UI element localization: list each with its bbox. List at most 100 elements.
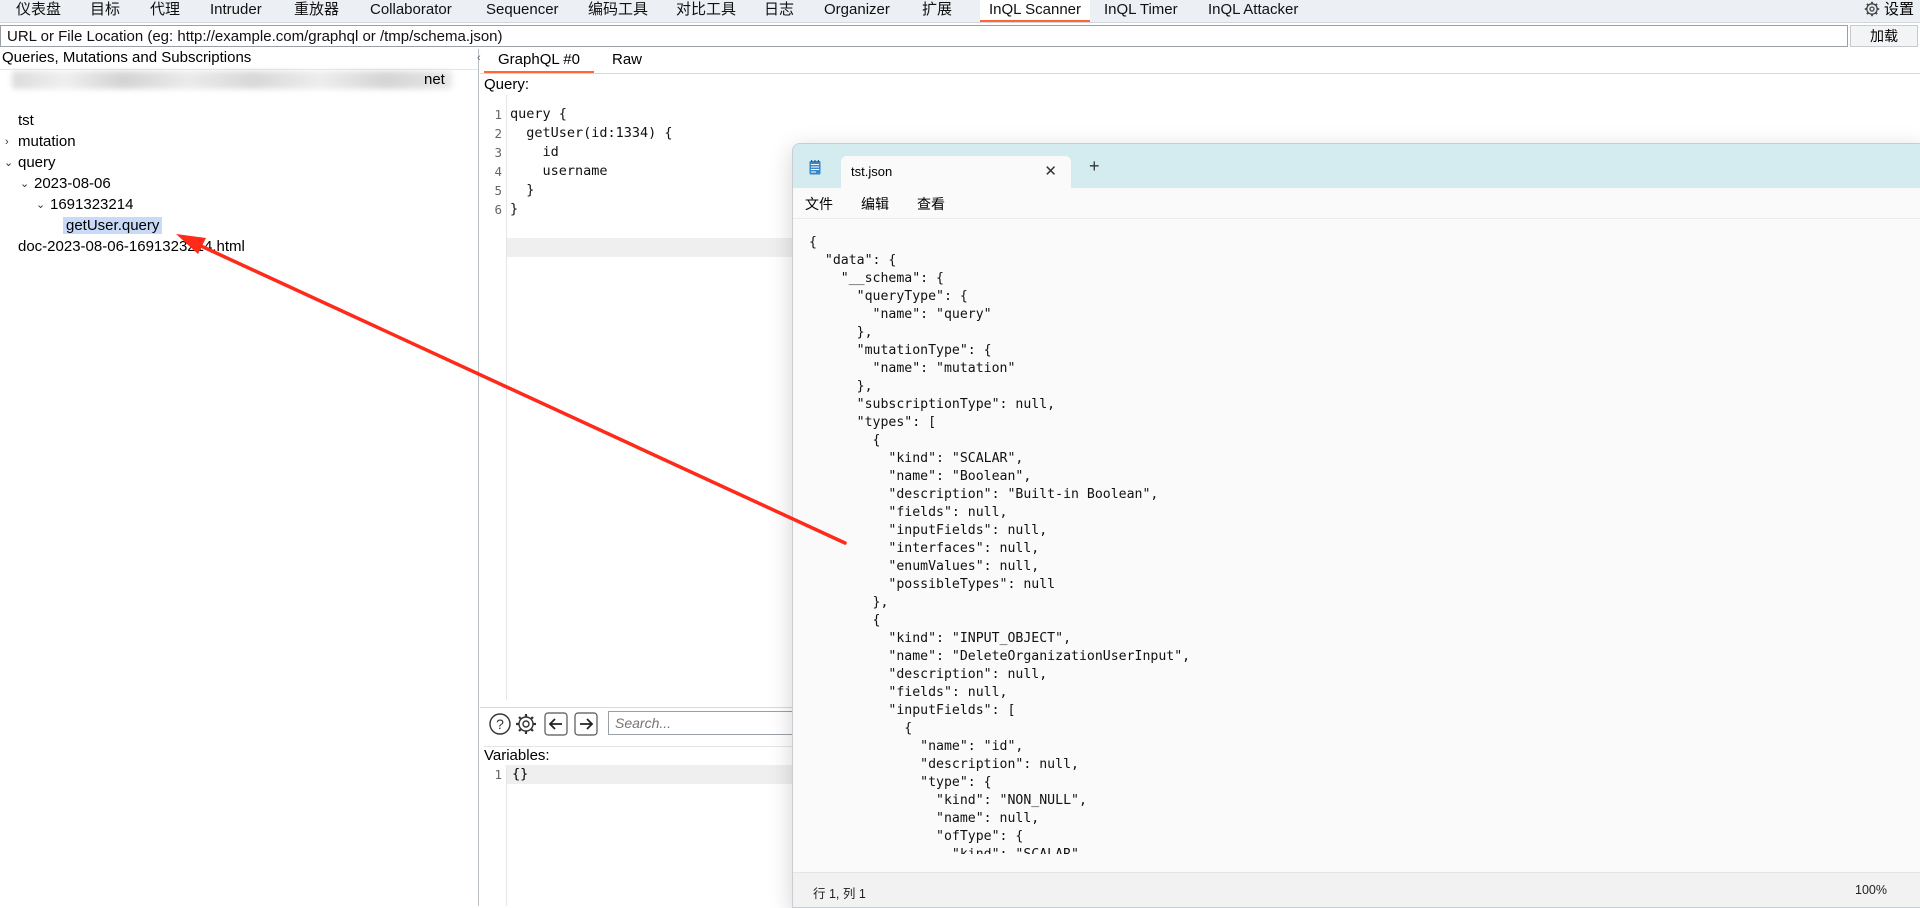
menu-view[interactable]: 查看 [917,194,945,214]
json-text-line: "fields": null, [809,685,1008,700]
json-text-line: "subscriptionType": null, [809,397,1056,412]
tree-item-doc-file[interactable]: doc-2023-08-06-1691323214.html [18,237,245,257]
json-text-line: "name": "Boolean", [809,469,1032,484]
tree-item-date[interactable]: 2023-08-06 [34,174,111,194]
splitter-handle[interactable]: ‹ [477,52,481,64]
json-text-line: { [809,613,881,628]
notepad-app-icon [809,160,821,175]
help-icon[interactable]: ? [488,712,512,736]
tab-organizer[interactable]: Organizer [822,0,892,22]
zoom-level: 100% [1855,883,1887,897]
json-text-line: }, [809,325,873,340]
notepad-titlebar: tst.json ✕ + [793,144,1920,188]
line-number: 5 [494,183,502,198]
json-text-line: "name": "query" [809,307,992,322]
variables-gutter [480,765,507,906]
gear-icon[interactable] [514,712,538,736]
json-text-line: "enumValues": null, [809,559,1040,574]
cursor-position: 行 1, 列 1 [813,887,866,901]
json-text-line: "kind": "SCALAR", [809,846,1909,854]
json-text-line: "kind": "NON_NULL", [809,793,1087,808]
settings-button[interactable]: 设置 [1864,0,1914,22]
chevron-down-icon[interactable]: ⌄ [36,195,45,215]
load-button[interactable]: 加载 [1850,25,1918,47]
json-text-line: }, [809,595,889,610]
json-text-line: "mutationType": { [809,343,992,358]
tree-item-query[interactable]: query [18,153,56,173]
json-text-line: "name": "id", [809,739,1024,754]
arrow-right-icon[interactable] [574,712,598,736]
query-label: Query: [484,76,530,93]
tree-item-mutation[interactable]: mutation [18,132,76,152]
notepad-file-tab[interactable]: tst.json ✕ [841,156,1071,188]
editor-tab-strip: ‹ GraphQL #0 Raw [477,49,1920,74]
query-tree-panel: Queries, Mutations and Subscriptions net… [0,49,479,906]
chevron-right-icon[interactable]: › [5,132,9,152]
tree-item-timestamp[interactable]: 1691323214 [50,195,133,215]
tab-logger[interactable]: 日志 [762,0,796,22]
json-text-line: "inputFields": null, [809,523,1048,538]
tab-target[interactable]: 目标 [88,0,122,22]
tab-dashboard[interactable]: 仪表盘 [14,0,63,22]
json-text-line: "inputFields": [ [809,703,1016,718]
tab-graphql[interactable]: GraphQL #0 [484,50,594,73]
tab-inql-timer[interactable]: InQL Timer [1102,0,1180,22]
svg-text:?: ? [496,716,504,732]
code-line: } [510,201,519,217]
tab-raw[interactable]: Raw [602,50,652,71]
json-text-line: "type": { [809,775,992,790]
json-text-line: }, [809,379,873,394]
chevron-down-icon[interactable]: ⌄ [20,174,29,194]
tab-intruder[interactable]: Intruder [208,0,264,22]
close-icon[interactable]: ✕ [1044,162,1057,180]
url-input[interactable] [1,26,1847,46]
json-text-line: "possibleTypes": null [809,577,1056,592]
json-text-line: "name": "mutation" [809,361,1016,376]
code-line: username [510,163,608,179]
tab-proxy[interactable]: 代理 [148,0,182,22]
json-text-line: "types": [ [809,415,937,430]
host-suffix: net [424,71,445,88]
tab-inql-attacker[interactable]: InQL Attacker [1206,0,1300,22]
notepad-window: tst.json ✕ + 文件 编辑 查看 { "data": { "__sch… [792,143,1920,908]
json-text-line: "fields": null, [809,505,1008,520]
code-line: query { [510,106,567,122]
json-text-line: "description": null, [809,757,1079,772]
json-text-line: "description": "Built-in Boolean", [809,487,1159,502]
arrow-left-icon[interactable] [544,712,568,736]
tree-item-selected-query[interactable]: getUser.query [63,216,163,236]
tab-collaborator[interactable]: Collaborator [368,0,454,22]
url-bar [0,25,1848,47]
tab-repeater[interactable]: 重放器 [292,0,341,22]
json-text-line: "data": { [809,253,897,268]
notepad-text-area[interactable]: { "data": { "__schema": { "queryType": {… [809,234,1909,854]
notepad-menubar: 文件 编辑 查看 [793,188,1920,219]
redacted-host-node[interactable] [12,71,452,89]
line-number: 4 [494,164,502,179]
chevron-down-icon[interactable]: ⌄ [4,153,13,173]
selected-query-label: getUser.query [63,217,163,234]
json-text-line: { [809,235,817,250]
json-text-line: { [809,721,913,736]
menu-file[interactable]: 文件 [805,194,833,214]
json-text-line: "name": null, [809,811,1040,826]
tab-comparer[interactable]: 对比工具 [674,0,738,22]
panel-title: Queries, Mutations and Subscriptions [0,49,478,70]
menu-edit[interactable]: 编辑 [861,194,889,214]
json-text-line: "kind": "SCALAR", [809,451,1024,466]
variables-code[interactable]: {} [512,765,528,784]
tab-extensions[interactable]: 扩展 [920,0,954,22]
tree-item-tst[interactable]: tst [18,111,34,131]
notepad-status-bar: 行 1, 列 1 100% [793,872,1920,907]
json-text-line: { [809,433,881,448]
line-number: 1 [494,767,502,782]
tab-sequencer[interactable]: Sequencer [484,0,561,22]
line-number: 6 [494,202,502,217]
gear-icon [1864,1,1880,17]
line-number: 2 [494,126,502,141]
plus-icon[interactable]: + [1089,156,1100,177]
tab-inql-scanner[interactable]: InQL Scanner [980,0,1090,22]
tab-decoder[interactable]: 编码工具 [586,0,650,22]
line-number: 1 [494,107,502,122]
json-text-line: "interfaces": null, [809,541,1040,556]
